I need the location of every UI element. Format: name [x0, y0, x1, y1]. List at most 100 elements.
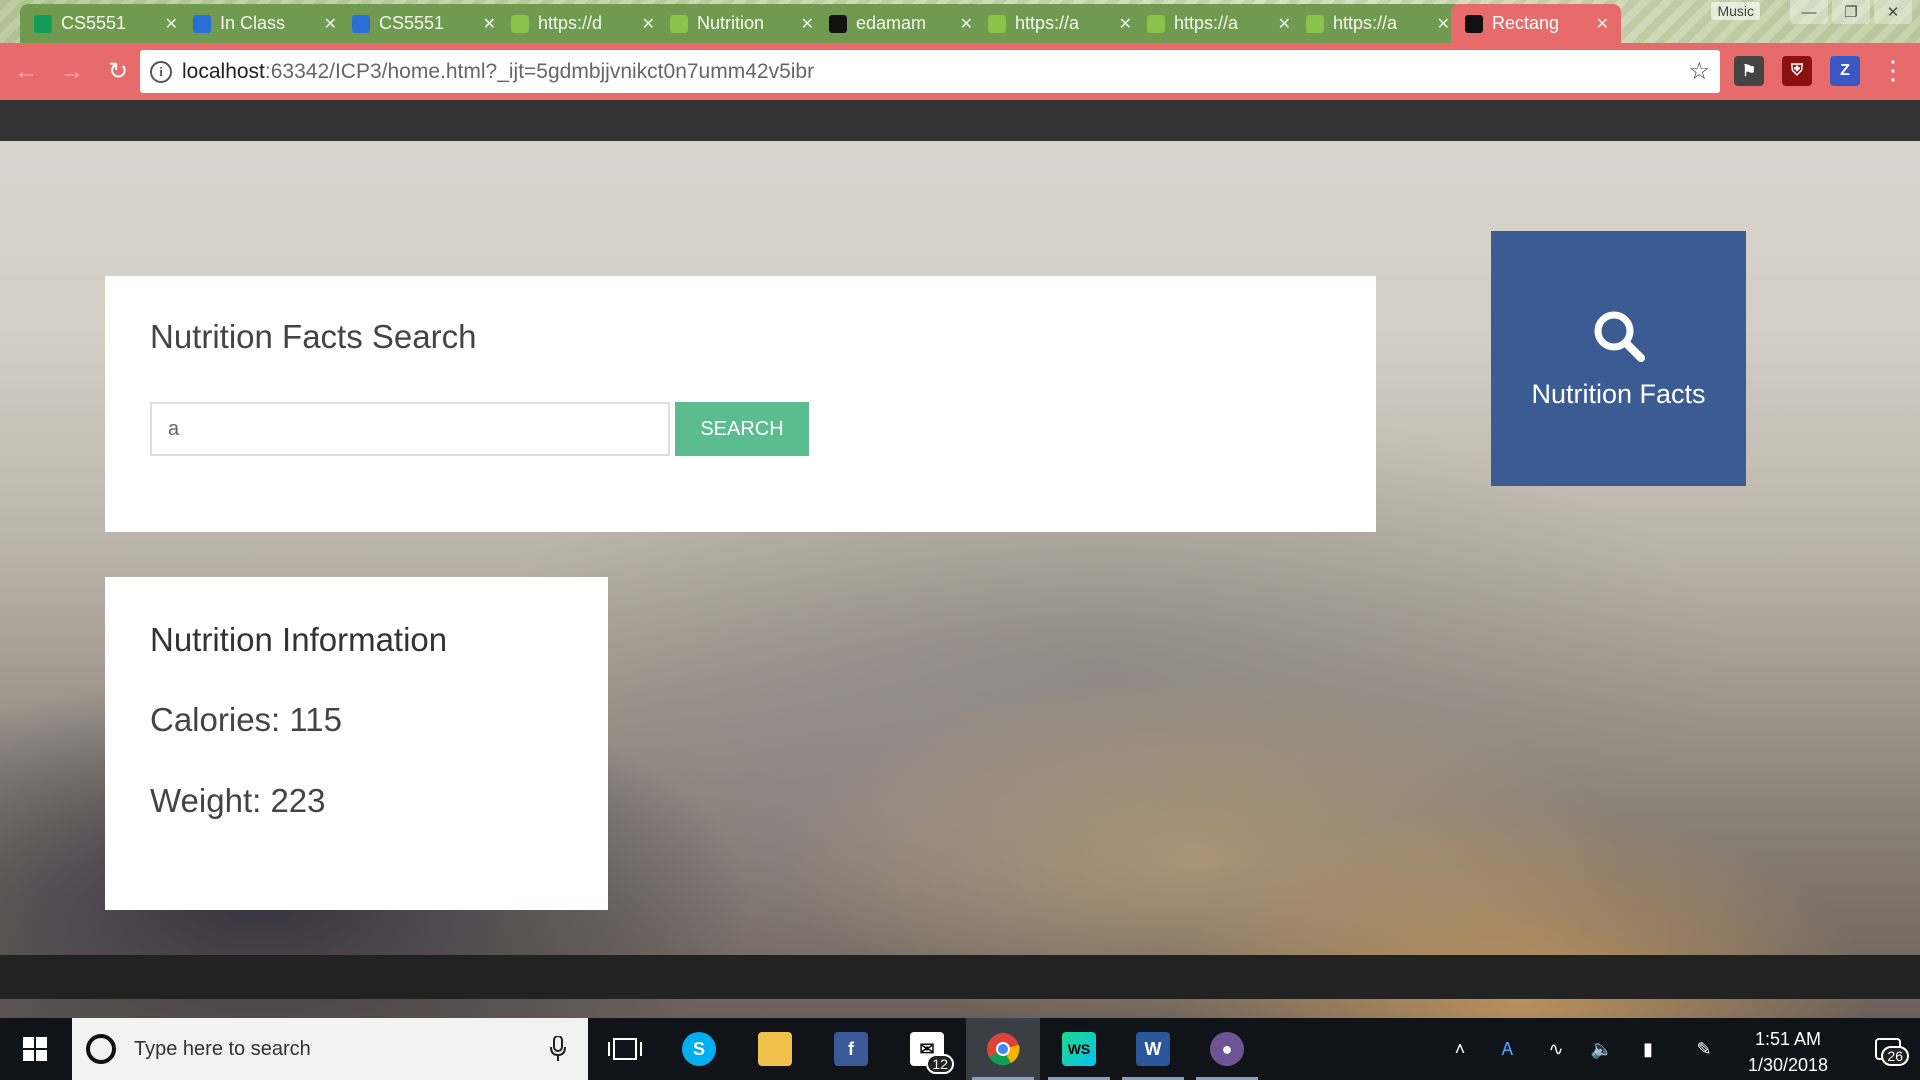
calories-value: Calories: 115: [150, 701, 342, 738]
browser-tab[interactable]: CS5551 ✕: [20, 4, 190, 43]
show-hidden-icons-button[interactable]: ˄: [1440, 1018, 1480, 1080]
zotero-icon[interactable]: Z: [1830, 56, 1860, 86]
web-page: Nutrition Facts Search SEARCH Nutrition …: [0, 100, 1920, 1018]
word-icon: W: [1136, 1032, 1170, 1066]
reload-button[interactable]: ↻: [98, 52, 138, 92]
close-tab-icon[interactable]: ✕: [1278, 14, 1291, 34]
search-button[interactable]: SEARCH: [675, 402, 809, 456]
info-icon[interactable]: i: [150, 60, 172, 83]
tile-label: Nutrition Facts: [1531, 379, 1706, 409]
taskbar-file-explorer[interactable]: [738, 1018, 812, 1080]
browser-tab[interactable]: In Class ✕: [179, 4, 349, 43]
close-tab-icon[interactable]: ✕: [165, 14, 178, 34]
nutrition-info-card: Nutrition Information Calories: 115 Weig…: [105, 577, 608, 910]
taskbar-word[interactable]: W: [1116, 1018, 1190, 1080]
search-card: Nutrition Facts Search SEARCH: [105, 276, 1376, 532]
facebook-icon: f: [834, 1032, 868, 1066]
folder-icon: [758, 1032, 792, 1066]
mail-icon: ✉ 12: [910, 1032, 954, 1074]
close-tab-icon[interactable]: ✕: [642, 14, 655, 34]
github-desktop-icon: ●: [1210, 1032, 1244, 1066]
url-host: localhost: [182, 59, 265, 83]
minimize-button[interactable]: —: [1790, 0, 1828, 24]
github-icon: [829, 14, 847, 33]
close-tab-icon[interactable]: ✕: [1437, 14, 1450, 34]
taskbar-chrome[interactable]: [966, 1018, 1040, 1080]
chrome-icon: [987, 1033, 1020, 1066]
back-button[interactable]: ←: [6, 52, 46, 92]
notification-icon: 26: [1875, 1038, 1909, 1066]
link-icon: [670, 14, 688, 33]
tab-title: https://d: [538, 13, 603, 33]
wifi-icon[interactable]: ∿: [1536, 1018, 1576, 1080]
close-tab-icon[interactable]: ✕: [1596, 14, 1609, 34]
browser-tab[interactable]: edamam ✕: [815, 4, 985, 43]
browser-tab[interactable]: https://d ✕: [497, 4, 667, 43]
search-card-title: Nutrition Facts Search: [150, 318, 477, 355]
url-path: :63342/ICP3/home.html?_ijt=5gdmbjjvnikct…: [264, 59, 815, 83]
system-clock[interactable]: 1:51 AM 1/30/2018: [1728, 1026, 1848, 1078]
volume-icon[interactable]: 🔈: [1582, 1018, 1622, 1080]
task-view-icon: [608, 1038, 642, 1060]
browser-tab[interactable]: CS5551 ✕: [338, 4, 508, 43]
extension-icon[interactable]: ⚑: [1734, 56, 1764, 86]
tab-title: CS5551: [379, 13, 445, 33]
sheets-icon: [34, 14, 52, 33]
link-icon: [988, 14, 1006, 33]
browser-tab[interactable]: https://a ✕: [1133, 4, 1303, 43]
close-tab-icon[interactable]: ✕: [483, 14, 496, 34]
nutrition-facts-tile[interactable]: Nutrition Facts: [1491, 231, 1746, 486]
tab-title: edamam: [856, 13, 927, 33]
browser-tab[interactable]: https://a ✕: [1292, 4, 1462, 43]
start-button[interactable]: [0, 1018, 70, 1080]
taskbar-search-placeholder: Type here to search: [134, 1037, 311, 1060]
action-center-button[interactable]: 26: [1856, 1018, 1920, 1080]
close-tab-icon[interactable]: ✕: [324, 14, 337, 34]
tab-title: In Class: [220, 13, 286, 33]
link-icon: [1306, 14, 1324, 33]
tab-title: https://a: [1333, 13, 1398, 33]
windows-logo-icon: [23, 1037, 47, 1061]
microphone-icon[interactable]: [550, 1036, 566, 1062]
close-tab-icon[interactable]: ✕: [1119, 14, 1132, 34]
browser-tab[interactable]: https://a ✕: [974, 4, 1144, 43]
taskbar-mail[interactable]: ✉ 12: [890, 1018, 964, 1080]
bluetooth-icon[interactable]: Ꭺ: [1490, 1018, 1526, 1080]
close-tab-icon[interactable]: ✕: [960, 14, 973, 34]
webstorm-icon: WS: [1062, 1032, 1096, 1066]
skype-icon: S: [682, 1032, 716, 1066]
ublock-icon[interactable]: ⛨: [1782, 56, 1812, 86]
taskbar-webstorm[interactable]: WS: [1042, 1018, 1116, 1080]
pen-icon[interactable]: ✎: [1684, 1018, 1724, 1080]
taskbar: Type here to search S f ✉ 12 WS W ● ˄ Ꭺ …: [0, 1018, 1920, 1080]
battery-icon[interactable]: ▮: [1628, 1018, 1668, 1080]
webstorm-icon: [1465, 14, 1483, 33]
box-icon: [193, 14, 211, 33]
search-icon: [1594, 311, 1645, 362]
taskbar-skype[interactable]: S: [662, 1018, 736, 1080]
tab-title: https://a: [1174, 13, 1239, 33]
window-controls: — ❐ ✕: [1790, 0, 1912, 24]
taskbar-facebook[interactable]: f: [814, 1018, 888, 1080]
browser-menu-icon[interactable]: ⋮: [1880, 55, 1906, 85]
bookmark-star-icon[interactable]: ☆: [1688, 57, 1710, 86]
cortana-icon: [86, 1034, 116, 1064]
page-footer-bar: [0, 955, 1920, 999]
link-icon: [1147, 14, 1165, 33]
browser-tab[interactable]: Rectang ✕: [1451, 4, 1621, 43]
forward-button[interactable]: →: [52, 52, 92, 92]
restore-button[interactable]: ❐: [1832, 0, 1870, 24]
browser-toolbar: ← → ↻ i localhost:63342/ICP3/home.html?_…: [0, 43, 1920, 100]
search-input[interactable]: [150, 402, 670, 456]
browser-tab[interactable]: Nutrition ✕: [656, 4, 826, 43]
tab-title: Rectang: [1492, 13, 1560, 33]
taskbar-github-desktop[interactable]: ●: [1190, 1018, 1264, 1080]
close-window-button[interactable]: ✕: [1874, 0, 1912, 24]
task-view-button[interactable]: [588, 1018, 662, 1080]
tab-title: Nutrition: [697, 13, 765, 33]
close-tab-icon[interactable]: ✕: [801, 14, 814, 34]
taskbar-search-box[interactable]: Type here to search: [72, 1018, 588, 1080]
address-bar[interactable]: i localhost:63342/ICP3/home.html?_ijt=5g…: [140, 50, 1720, 93]
tab-strip: CS5551 ✕ In Class ✕ CS5551 ✕ https://d ✕ Nutriti…: [0, 0, 1920, 43]
mail-badge: 12: [926, 1054, 954, 1074]
